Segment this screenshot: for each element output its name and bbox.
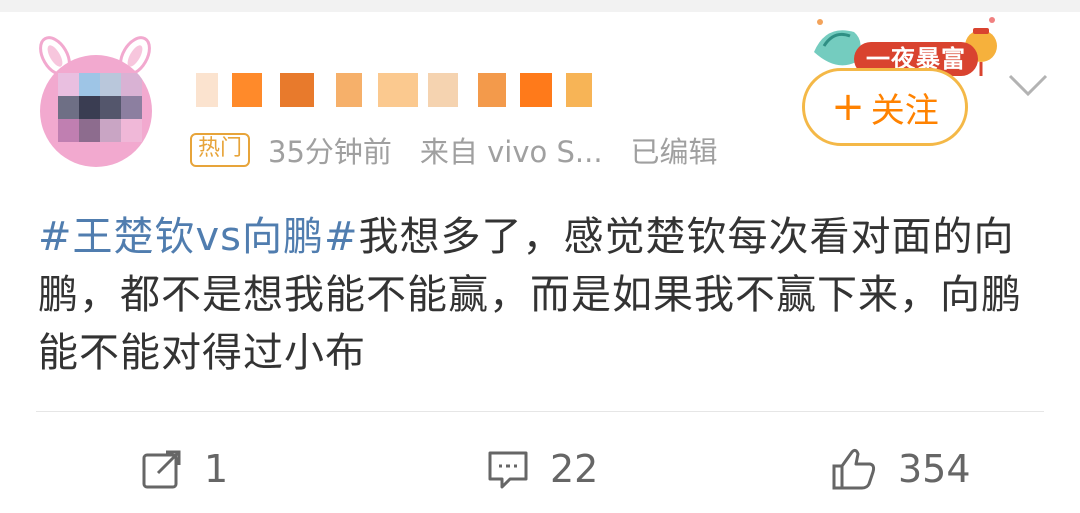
edited-label[interactable]: 已编辑 [631, 129, 718, 171]
share-count: 1 [204, 447, 229, 491]
like-button[interactable]: 354 [830, 444, 971, 494]
post-content: #王楚钦vs向鹏#我想多了，感觉楚钦每次看对面的向鹏，都不是想我能不能赢，而是如… [38, 208, 1048, 382]
comment-icon [488, 451, 528, 489]
chevron-down-icon[interactable] [1006, 72, 1050, 100]
comment-button[interactable]: 22 [486, 444, 598, 494]
plus-icon: + [831, 84, 865, 130]
thumbs-up-icon [832, 448, 876, 490]
top-divider [0, 0, 1080, 12]
post-meta: 热门 35分钟前 来自 vivo S... 已编辑 [190, 130, 718, 170]
follow-button[interactable]: + 关注 [802, 68, 968, 146]
like-count: 354 [898, 447, 971, 491]
topic-link[interactable]: #王楚钦vs向鹏# [38, 214, 359, 260]
share-button[interactable]: 1 [140, 444, 228, 494]
avatar[interactable] [39, 36, 152, 167]
comment-count: 22 [550, 447, 599, 491]
follow-label: 关注 [870, 90, 939, 131]
username-mosaic[interactable] [196, 70, 592, 110]
post-source[interactable]: 来自 vivo S... [420, 129, 603, 171]
action-divider [36, 411, 1044, 412]
post-time: 35分钟前 [268, 135, 392, 169]
hot-badge: 热门 [190, 133, 251, 167]
avatar-image [40, 55, 152, 167]
avatar-mosaic [58, 73, 142, 143]
share-icon [142, 450, 181, 489]
